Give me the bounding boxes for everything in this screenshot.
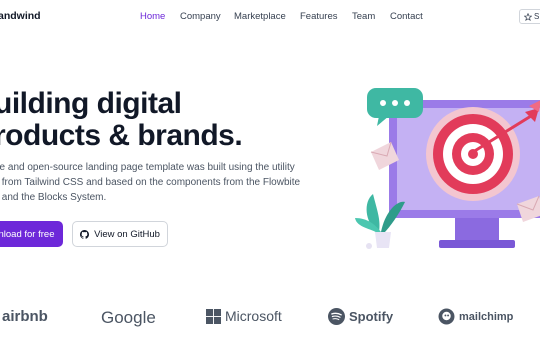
- hero-description: ee and open-source landing page template…: [0, 160, 334, 205]
- logo-google: Google: [101, 308, 156, 328]
- hero-desc-line2: s from Tailwind CSS and based on the com…: [0, 177, 301, 188]
- airbnb-logo-text: airbnb: [2, 308, 48, 325]
- github-button[interactable]: View on GitHub: [72, 221, 168, 247]
- logo-spotify: Spotify: [328, 308, 393, 325]
- logo-airbnb: airbnb: [2, 308, 48, 325]
- spotify-icon: [328, 308, 345, 325]
- google-logo-text: Google: [101, 308, 156, 327]
- star-icon: [524, 12, 532, 21]
- nav-link-marketplace[interactable]: Marketplace: [234, 11, 286, 22]
- target-icon: [426, 107, 520, 201]
- star-button-label: S: [534, 12, 540, 21]
- spotify-logo-text: Spotify: [349, 309, 394, 324]
- mailchimp-logo-text: mailchimp: [459, 310, 514, 323]
- hero-desc-line3: y and the Blocks System.: [0, 192, 107, 203]
- nav-link-features[interactable]: Features: [300, 11, 338, 22]
- partner-logos: airbnb Google Microsoft Spotify mailchim…: [0, 300, 540, 340]
- hero-title: uilding digital roducts & brands.: [0, 87, 243, 152]
- mailchimp-icon: [438, 308, 455, 325]
- github-button-label: View on GitHub: [94, 228, 160, 240]
- nav-link-contact[interactable]: Contact: [390, 11, 423, 22]
- microsoft-logo-text: Microsoft: [225, 308, 282, 324]
- hero-desc-line1: ee and open-source landing page template…: [0, 162, 295, 173]
- nav-link-company[interactable]: Company: [180, 11, 221, 22]
- github-icon: [80, 229, 90, 239]
- hero-title-line1: uilding digital: [0, 87, 182, 120]
- navbar: andwind Home Company Marketplace Feature…: [0, 0, 540, 34]
- brand-logo[interactable]: andwind: [0, 10, 41, 22]
- download-button[interactable]: nload for free: [0, 221, 63, 247]
- github-star-button[interactable]: S: [519, 9, 540, 24]
- nav-link-team[interactable]: Team: [352, 11, 375, 22]
- logo-mailchimp: mailchimp: [438, 308, 513, 325]
- logo-microsoft: Microsoft: [206, 308, 282, 324]
- hero-illustration: [355, 88, 540, 249]
- monitor-base: [439, 240, 515, 248]
- hero-title-line2: roducts & brands.: [0, 119, 243, 152]
- microsoft-icon: [206, 308, 221, 324]
- nav-link-home[interactable]: Home: [140, 11, 165, 22]
